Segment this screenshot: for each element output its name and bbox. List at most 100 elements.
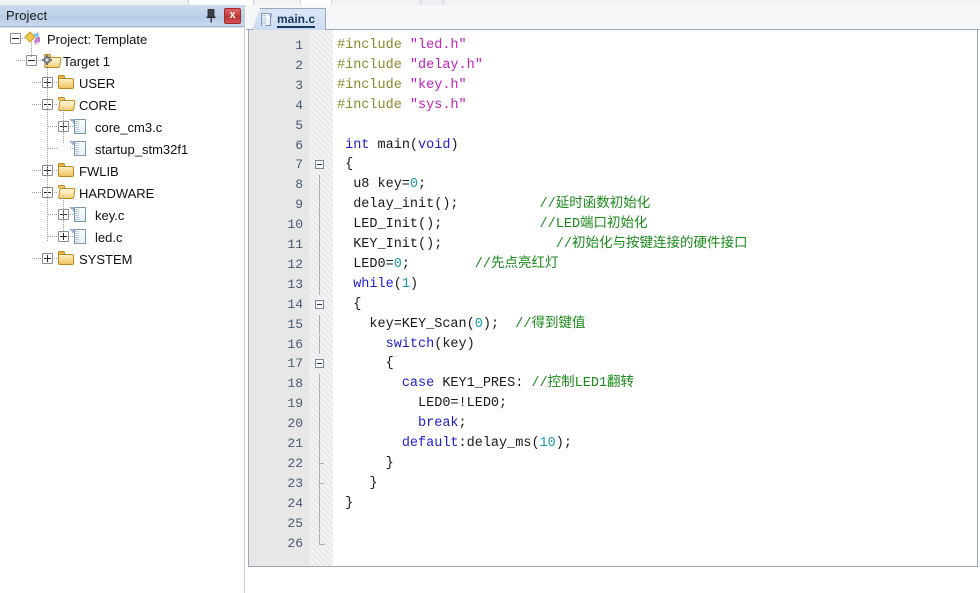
code-text: #include "sys.h" <box>337 97 467 113</box>
line-number: 8 <box>295 177 303 193</box>
code-line[interactable]: 7 { <box>249 155 977 175</box>
code-line[interactable]: 17 { <box>249 354 977 374</box>
fold-guide-line <box>319 334 320 355</box>
project-tree[interactable]: Project: Template Target 1 USER CORE core_cm… <box>0 27 244 593</box>
folder-icon <box>58 75 75 90</box>
tab-main-c[interactable]: main.c <box>252 8 327 30</box>
line-number: 4 <box>295 97 303 113</box>
line-number: 22 <box>287 455 303 471</box>
folder-icon <box>58 251 75 266</box>
fold-guide-line <box>319 235 320 255</box>
tree-item-key-c[interactable]: key.c <box>0 204 244 226</box>
line-number: 11 <box>287 237 303 252</box>
tree-guide-line <box>54 258 58 259</box>
code-line[interactable]: 19 LED0=!LED0; <box>249 394 977 415</box>
code-line[interactable]: 5 <box>249 116 977 136</box>
fold-toggle-icon[interactable] <box>315 359 324 369</box>
collapse-icon[interactable] <box>10 33 21 44</box>
code-line[interactable]: 26 <box>249 533 977 554</box>
code-text: case KEY1_PRES: //控制LED1翻转 <box>401 376 635 392</box>
tree-guide-line <box>70 214 74 215</box>
fold-toggle-icon[interactable] <box>315 299 324 309</box>
tree-item-target-1[interactable]: Target 1 <box>0 50 244 72</box>
code-line[interactable]: 8 u8 key=0; <box>249 175 977 196</box>
code-line[interactable]: 12 LED0=0; //先点亮红灯 <box>249 254 977 275</box>
code-line[interactable]: 18 case KEY1_PRES: //控制LED1翻转 <box>249 374 977 395</box>
code-line[interactable]: 24 } <box>249 493 977 514</box>
code-line[interactable]: 25 <box>249 513 977 534</box>
editor-bottom-blank <box>248 567 978 593</box>
code-line[interactable]: 10 LED_Init(); //LED端口初始化 <box>249 215 977 235</box>
code-content[interactable]: 1 #include "led.h" 2 #include "delay.h" 3 #in… <box>249 30 977 566</box>
project-icon <box>24 31 43 46</box>
tree-guide-line <box>54 104 58 105</box>
tree-item-label: USER <box>79 75 116 91</box>
tree-item-fwlib[interactable]: FWLIB <box>0 160 244 182</box>
code-line[interactable]: 23 } <box>249 473 977 494</box>
tree-item-label: startup_stm32f1 <box>95 141 189 157</box>
code-text: #include "led.h" <box>337 38 467 53</box>
line-number: 3 <box>295 77 303 93</box>
fold-end-tick <box>319 462 324 464</box>
tree-item-label: HARDWARE <box>79 185 155 201</box>
tree-item-core[interactable]: CORE <box>0 94 244 116</box>
code-text: } <box>337 455 394 471</box>
tree-item-startup-stm32f1[interactable]: startup_stm32f1 <box>0 138 244 160</box>
tree-item-project-template[interactable]: Project: Template <box>0 28 244 50</box>
code-text: LED0=!LED0; <box>337 396 508 412</box>
project-panel: Project x Project: Template Target 1 USER C… <box>0 5 245 593</box>
tree-item-led-c[interactable]: led.c <box>0 226 244 248</box>
tree-item-system[interactable]: SYSTEM <box>0 248 244 270</box>
fold-guide-line <box>319 533 320 544</box>
code-line[interactable]: 6 int main(void) <box>249 136 977 156</box>
fold-end-tick <box>319 543 325 545</box>
tree-guide-line <box>70 236 74 237</box>
tree-guide-line <box>54 192 58 193</box>
code-editor[interactable]: 1 #include "led.h" 2 #include "delay.h" 3 #in… <box>248 30 978 567</box>
code-line[interactable]: 16 switch(key) <box>249 334 977 355</box>
expand-icon[interactable] <box>58 231 69 242</box>
line-number: 21 <box>287 436 303 451</box>
close-panel-button[interactable]: x <box>224 7 241 24</box>
tree-guide-line <box>70 126 74 127</box>
tree-guide-line <box>32 258 42 259</box>
target-icon <box>42 53 62 68</box>
code-text: { <box>337 356 394 372</box>
line-number: 24 <box>287 495 303 511</box>
tree-item-label: led.c <box>95 229 123 245</box>
code-line[interactable]: 9 delay_init(); //延时函数初始化 <box>249 195 977 216</box>
code-line[interactable]: 3 #include "key.h" <box>249 76 977 96</box>
code-line[interactable]: 4 #include "sys.h" <box>249 96 977 116</box>
fold-toggle-icon[interactable] <box>315 160 324 170</box>
code-line[interactable]: 13 while(1) <box>249 274 977 295</box>
code-line[interactable]: 14 { <box>249 295 977 315</box>
code-line[interactable]: 11 KEY_Init(); //初始化与按键连接的硬件接口 <box>249 235 977 255</box>
code-line[interactable]: 15 key=KEY_Scan(0); //得到键值 <box>249 314 977 335</box>
tree-item-hardware[interactable]: HARDWARE <box>0 182 244 204</box>
code-line[interactable]: 21 default:delay_ms(10); <box>249 434 977 454</box>
tree-item-label: core_cm3.c <box>95 119 163 135</box>
code-line[interactable]: 1 #include "led.h" <box>249 36 977 56</box>
tree-item-core-cm3-c[interactable]: core_cm3.c <box>0 116 244 138</box>
file-icon <box>69 229 91 244</box>
tree-guide-line <box>63 108 64 144</box>
project-panel-titlebar: Project x <box>0 5 244 27</box>
code-text: LED0=0; //先点亮红灯 <box>337 256 559 272</box>
file-icon <box>69 141 91 156</box>
code-text: key=KEY_Scan(0); //得到键值 <box>337 316 586 332</box>
fold-guide-line <box>319 394 320 415</box>
pushpin-icon[interactable] <box>203 7 219 24</box>
code-line[interactable]: 2 #include "delay.h" <box>249 56 977 76</box>
tree-item-user[interactable]: USER <box>0 72 244 94</box>
fold-guide-line <box>319 175 320 196</box>
tree-guide-line <box>32 82 42 83</box>
line-number: 12 <box>287 256 303 272</box>
editor-tabstrip: main.c <box>246 5 980 30</box>
tree-guide-line <box>31 42 32 58</box>
tree-guide-line <box>48 126 58 127</box>
code-line[interactable]: 20 break; <box>249 414 977 434</box>
code-line[interactable]: 22 } <box>249 453 977 474</box>
code-text: default:delay_ms(10); <box>401 436 572 451</box>
expand-icon[interactable] <box>42 253 53 264</box>
fold-guide-line <box>319 274 320 295</box>
